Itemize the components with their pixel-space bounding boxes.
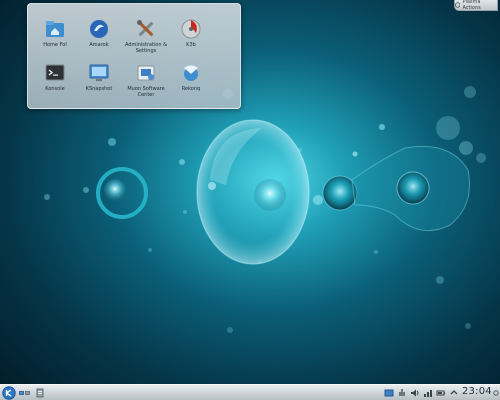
taskbar-panel: 23:04 (0, 384, 500, 400)
volume-icon[interactable] (410, 388, 420, 398)
sparkle (313, 195, 323, 205)
sparkle (476, 153, 486, 163)
folder-view-widget[interactable]: Home Fol Amarok Administration & Setting… (27, 3, 241, 109)
sparkle (352, 151, 358, 157)
sparkle (179, 159, 185, 165)
sparkle (108, 138, 116, 146)
home-folder-icon (46, 21, 64, 37)
cashew-icon (455, 2, 461, 8)
amarok-icon (90, 20, 108, 38)
desktop-item-label: Administration & Settings (124, 42, 168, 54)
desktop-item-label: Muon Software Center (127, 86, 165, 98)
rekonq-browser-icon (184, 65, 198, 81)
desktop-item-ksnapshot[interactable]: KSnapshot (76, 62, 122, 104)
sparkle (298, 148, 302, 152)
software-center-icon (137, 65, 155, 81)
desktop-item-k3b[interactable]: K3b (168, 18, 214, 60)
sparkle (374, 250, 378, 254)
desktop-item-label: KSnapshot (85, 86, 113, 92)
show-desktop-icon[interactable] (36, 388, 44, 398)
settings-tools-icon (137, 20, 154, 37)
terminal-icon (45, 64, 65, 81)
desktop-item-rekonq[interactable]: Rekonq (168, 62, 214, 104)
sparkle (183, 210, 187, 214)
k3b-icon (181, 19, 201, 39)
desktop-item-label: Konsole (45, 86, 65, 92)
desktop-item-administration-settings[interactable]: Administration & Settings (123, 18, 169, 60)
screenshot-icon (89, 64, 109, 81)
desktop-item-label: Amarok (89, 42, 109, 48)
pager-desktop-2[interactable] (25, 390, 30, 395)
sparkle (44, 194, 50, 200)
sparkle (258, 260, 262, 264)
network-icon[interactable] (423, 388, 433, 398)
desktop-item-konsole[interactable]: Konsole (32, 62, 78, 104)
sparkle (208, 182, 216, 190)
left-orb (104, 179, 126, 201)
sparkle (464, 86, 476, 98)
clock[interactable]: 23:04 (462, 386, 492, 397)
pager-desktop-1[interactable] (19, 390, 24, 395)
desktop-item-amarok[interactable]: Amarok (76, 18, 122, 60)
sparkle (436, 276, 444, 284)
desktop-item-label: Rekonq (181, 86, 201, 92)
notifications-icon[interactable] (397, 388, 407, 398)
expand-icon[interactable] (449, 388, 459, 398)
sparkle (436, 116, 460, 140)
desktop-item-home-folder[interactable]: Home Fol (32, 18, 78, 60)
toolbox-label: Plasma Actions (462, 0, 481, 11)
kde-launcher-icon[interactable] (2, 385, 16, 400)
virtual-desktop-pager[interactable] (19, 390, 30, 395)
right-orb (396, 171, 430, 205)
window-icon[interactable] (384, 388, 394, 398)
bubble-core (254, 179, 286, 211)
panel-toolbox-icon[interactable] (493, 388, 499, 398)
large-bubble (196, 119, 310, 265)
sparkle (148, 248, 152, 252)
plasma-toolbox[interactable]: Plasma Actions (454, 0, 498, 11)
desktop-item-muon-software-center[interactable]: Muon Software Center (123, 62, 169, 104)
sparkle (227, 327, 233, 333)
system-tray (384, 387, 459, 399)
sparkle (465, 323, 471, 329)
sparkle (83, 187, 89, 193)
sparkle (459, 141, 473, 155)
desktop-item-label: Home Fol (43, 42, 67, 48)
battery-icon[interactable] (436, 388, 446, 398)
desktop-item-label: K3b (186, 42, 196, 48)
sparkle (379, 124, 385, 130)
